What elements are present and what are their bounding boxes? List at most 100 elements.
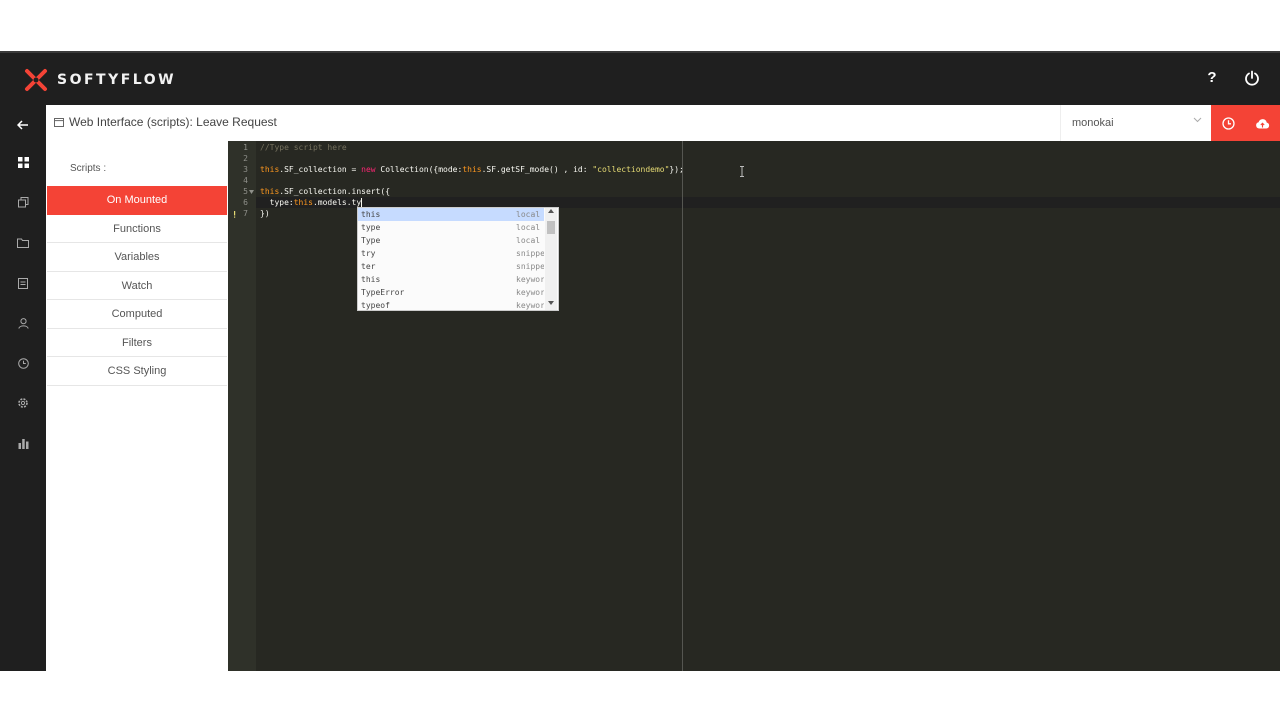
autocomplete-meta: snippet: [516, 262, 544, 271]
autocomplete-caption: try: [361, 249, 376, 258]
warning-icon: [234, 211, 236, 218]
page-title: Web Interface (scripts): Leave Request: [54, 115, 277, 129]
editor-gutter: 1 2 3 4 5 6 7: [228, 141, 256, 671]
code-token: .models.ty: [312, 198, 362, 207]
code-token: Collection({mode:: [375, 165, 463, 174]
settings-button[interactable]: [13, 393, 33, 413]
line-number: 3: [243, 165, 248, 174]
code-line-6: type:this.models.ty: [260, 198, 363, 207]
autocomplete-item[interactable]: ter snippet: [358, 260, 544, 273]
autocomplete-caption: this: [361, 275, 381, 284]
autocomplete-scrollbar[interactable]: [545, 208, 557, 310]
autocomplete-meta: local: [516, 210, 541, 219]
dashboard-icon: [17, 156, 29, 168]
script-tab-variables[interactable]: Variables: [47, 243, 227, 272]
app-frame: SOFTYFLOW ? Web Interface (scripts): Lea…: [0, 51, 1280, 671]
code-line-1: //Type script here: [260, 143, 347, 152]
ibeam-cursor-icon: [740, 166, 744, 177]
autocomplete-meta: keyword: [516, 301, 544, 310]
script-tab-filters[interactable]: Filters: [47, 329, 227, 357]
scroll-up-icon[interactable]: [548, 209, 554, 213]
history-button[interactable]: [13, 353, 33, 373]
script-tab-css-styling[interactable]: CSS Styling: [47, 357, 227, 386]
line-number: 1: [243, 143, 248, 152]
files-button[interactable]: [13, 233, 33, 253]
code-line-5: this.SF_collection.insert({: [260, 187, 390, 196]
autocomplete-item[interactable]: this keyword: [358, 273, 544, 286]
autocomplete-item[interactable]: TypeError keyword: [358, 286, 544, 299]
autocomplete-caption: TypeError: [361, 288, 405, 297]
code-token: }): [260, 209, 270, 218]
arrow-left-icon: [17, 120, 28, 130]
form-icon: [18, 277, 28, 289]
autocomplete-meta: local: [516, 223, 541, 232]
line-number: 6: [243, 198, 248, 207]
script-tab-functions[interactable]: Functions: [47, 215, 227, 243]
autocomplete-popup[interactable]: this local type local Type local try snippet…: [357, 207, 559, 311]
code-token: this: [462, 165, 482, 174]
help-button[interactable]: ?: [1205, 68, 1219, 88]
autocomplete-caption: Type: [361, 236, 381, 245]
fold-arrow-icon[interactable]: [249, 190, 254, 194]
settings-icon: [18, 398, 28, 408]
print-margin: [682, 141, 683, 671]
brand-logo[interactable]: SOFTYFLOW: [24, 68, 176, 92]
code-token: new: [361, 165, 376, 174]
autocomplete-meta: keyword: [516, 288, 544, 297]
back-button[interactable]: [13, 115, 33, 135]
users-button[interactable]: [13, 313, 33, 333]
text-cursor: [361, 198, 363, 207]
pages-button[interactable]: [13, 192, 33, 212]
window-icon: [54, 117, 64, 127]
code-token: });: [669, 165, 684, 174]
autocomplete-meta: snippet: [516, 249, 544, 258]
line-number: 5: [243, 187, 248, 196]
autocomplete-item[interactable]: Type local: [358, 234, 544, 247]
autocomplete-caption: ter: [361, 262, 376, 271]
clock-icon: [1221, 116, 1235, 130]
autocomplete-caption: type: [361, 223, 381, 232]
history-version-button[interactable]: [1211, 105, 1245, 141]
left-rail: [0, 105, 46, 671]
save-upload-button[interactable]: [1245, 105, 1280, 141]
power-button[interactable]: [1244, 70, 1262, 88]
clock-icon: [17, 357, 29, 369]
autocomplete-item[interactable]: try snippet: [358, 247, 544, 260]
power-icon: [1245, 70, 1259, 86]
autocomplete-item[interactable]: this local: [358, 208, 544, 221]
autocomplete-item[interactable]: type local: [358, 221, 544, 234]
scrollbar-thumb[interactable]: [547, 221, 555, 234]
code-token: this: [293, 198, 313, 207]
scripts-label: Scripts :: [70, 163, 107, 174]
line-number: 4: [243, 176, 248, 185]
code-editor[interactable]: 1 2 3 4 5 6 7 //Type script here this.SF…: [228, 141, 1280, 671]
script-tab-computed[interactable]: Computed: [47, 300, 227, 329]
script-tab-watch[interactable]: Watch: [47, 272, 227, 300]
code-comment: //Type script here: [260, 143, 347, 152]
code-token: this: [260, 165, 280, 174]
code-token: this: [260, 187, 280, 196]
autocomplete-meta: keyword: [516, 275, 544, 284]
theme-select[interactable]: monokai: [1060, 105, 1211, 141]
code-token: type:: [260, 198, 294, 207]
folder-icon: [17, 238, 29, 248]
bar-chart-icon: [18, 439, 28, 449]
copy-icon: [17, 196, 28, 207]
code-token: .SF_collection =: [279, 165, 362, 174]
code-token: .SF.getSF_mode() , id:: [481, 165, 593, 174]
page-header: Web Interface (scripts): Leave Request m…: [46, 105, 1280, 141]
autocomplete-caption: this: [361, 210, 381, 219]
autocomplete-item[interactable]: typeof keyword: [358, 299, 544, 310]
scroll-down-icon[interactable]: [548, 301, 554, 305]
code-line-7: }): [260, 209, 270, 218]
user-icon: [17, 317, 29, 329]
code-line-3: this.SF_collection = new Collection({mod…: [260, 165, 684, 174]
dashboard-button[interactable]: [13, 152, 33, 172]
code-token: "collectiondemo": [592, 165, 670, 174]
script-tab-on-mounted[interactable]: On Mounted: [47, 186, 227, 215]
forms-button[interactable]: [13, 273, 33, 293]
line-number: 2: [243, 154, 248, 163]
theme-select-value: monokai: [1072, 117, 1114, 129]
reports-button[interactable]: [13, 434, 33, 454]
top-bar: SOFTYFLOW ?: [0, 53, 1280, 105]
